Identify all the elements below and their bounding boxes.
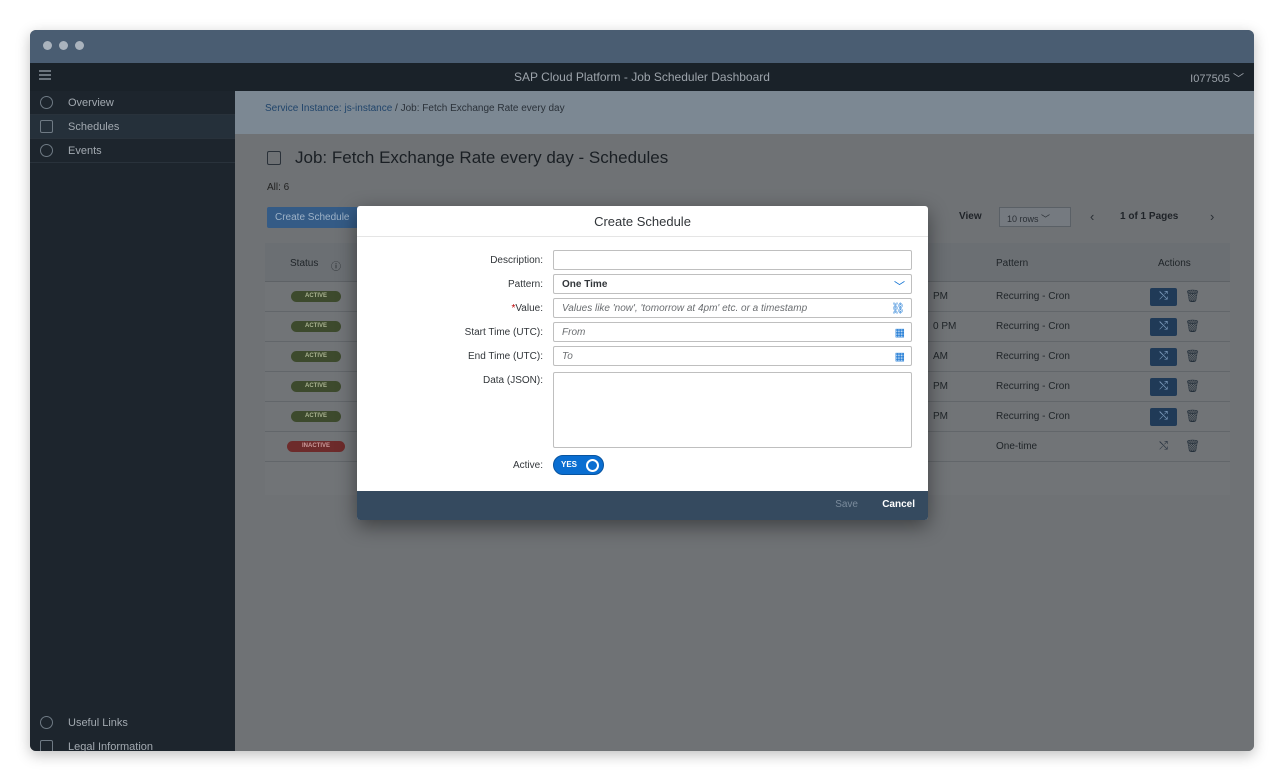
sidebar-item-label: Events (68, 145, 102, 157)
status-badge: INACTIVE (287, 441, 345, 452)
calendar-icon (40, 120, 53, 133)
sidebar-item-legal-information[interactable]: Legal Information (30, 735, 235, 751)
status-column-header[interactable]: Status (290, 258, 318, 269)
cancel-button[interactable]: Cancel (882, 499, 915, 510)
end-time-placeholder: To (562, 351, 573, 362)
pattern-cell: Recurring - Cron (996, 381, 1070, 392)
value-label: *Value: (511, 303, 543, 314)
calendar-icon[interactable]: ▦ (895, 350, 905, 363)
trash-icon[interactable]: 🗑 (1185, 349, 1200, 363)
calendar-icon[interactable]: ▦ (895, 326, 905, 339)
next-run-time: PM (933, 381, 948, 392)
trash-icon[interactable]: 🗑 (1185, 409, 1200, 423)
status-badge: ACTIVE (291, 351, 341, 362)
window-close-dot[interactable] (43, 41, 52, 50)
run-icon[interactable]: ⤭ (1150, 348, 1177, 366)
dialog-title: Create Schedule (357, 206, 928, 237)
trash-icon[interactable]: 🗑 (1185, 319, 1200, 333)
chevron-down-icon[interactable]: ﹀ (894, 278, 905, 294)
pattern-label: Pattern: (507, 279, 543, 290)
copy-icon (267, 151, 281, 165)
next-run-time: 0 PM (933, 321, 957, 332)
run-icon[interactable]: ⤭ (1150, 438, 1177, 456)
window-minimize-dot[interactable] (59, 41, 68, 50)
breadcrumb-separator: / (392, 103, 401, 114)
page-indicator: 1 of 1 Pages (1120, 211, 1179, 222)
next-run-time: PM (933, 291, 948, 302)
sidebar: Overview Schedules Events Useful Links L… (30, 91, 235, 751)
trash-icon[interactable]: 🗑 (1185, 379, 1200, 393)
end-time-label: End Time (UTC): (467, 351, 543, 362)
help-icon (40, 716, 53, 729)
status-badge: ACTIVE (291, 321, 341, 332)
data-json-textarea[interactable] (553, 372, 912, 448)
run-icon[interactable]: ⤭ (1150, 288, 1177, 306)
status-badge: ACTIVE (291, 381, 341, 392)
sidebar-item-useful-links[interactable]: Useful Links (30, 711, 235, 735)
toggle-knob (586, 459, 599, 472)
sidebar-item-events[interactable]: Events (30, 139, 235, 163)
prev-page-icon[interactable]: ‹ (1090, 209, 1094, 224)
user-menu[interactable]: I077505 ﹀ (1190, 70, 1244, 86)
start-time-label: Start Time (UTC): (464, 327, 543, 338)
dialog-footer: Save Cancel (357, 491, 928, 520)
shell-title: SAP Cloud Platform - Job Scheduler Dashb… (514, 70, 770, 84)
pattern-cell: One-time (996, 441, 1038, 452)
breadcrumb-link[interactable]: Service Instance: js-instance (265, 103, 392, 114)
description-input[interactable] (553, 250, 912, 270)
sidebar-item-label: Overview (68, 97, 114, 109)
data-json-label: Data (JSON): (482, 375, 543, 386)
value-input[interactable]: Values like 'now', 'tomorrow at 4pm' etc… (553, 298, 912, 318)
value-label-text: Value: (515, 303, 543, 314)
actions-column-header: Actions (1158, 258, 1191, 269)
end-time-input[interactable]: To ▦ (553, 346, 912, 366)
next-run-time: AM (933, 351, 948, 362)
status-badge: ACTIVE (291, 411, 341, 422)
active-label: Active: (512, 460, 543, 471)
run-icon[interactable]: ⤭ (1150, 408, 1177, 426)
rows-per-page-select[interactable]: 10 rows ﹀ (999, 207, 1071, 227)
page-title: Job: Fetch Exchange Rate every day - Sch… (295, 148, 669, 167)
sidebar-item-schedules[interactable]: Schedules (30, 115, 235, 139)
save-button[interactable]: Save (835, 499, 858, 510)
clock-icon (40, 144, 53, 157)
run-icon[interactable]: ⤭ (1150, 378, 1177, 396)
sidebar-item-label: Useful Links (68, 717, 128, 729)
link-icon[interactable]: ⛓ (891, 302, 905, 315)
pattern-value: One Time (562, 279, 608, 290)
value-placeholder: Values like 'now', 'tomorrow at 4pm' etc… (562, 303, 808, 314)
legal-icon (40, 740, 53, 751)
create-schedule-dialog: Create Schedule Description: Pattern: On… (357, 206, 928, 520)
pattern-cell: Recurring - Cron (996, 291, 1070, 302)
overview-icon (40, 96, 53, 109)
start-time-input[interactable]: From ▦ (553, 322, 912, 342)
shell-bar: SAP Cloud Platform - Job Scheduler Dashb… (30, 63, 1254, 91)
active-toggle[interactable]: YES (553, 455, 604, 475)
pattern-cell: Recurring - Cron (996, 321, 1070, 332)
trash-icon[interactable]: 🗑 (1185, 289, 1200, 303)
next-run-time: PM (933, 411, 948, 422)
breadcrumb: Service Instance: js-instance / Job: Fet… (235, 91, 1254, 134)
active-toggle-text: YES (561, 460, 578, 469)
run-icon[interactable]: ⤭ (1150, 318, 1177, 336)
next-page-icon[interactable]: › (1210, 209, 1214, 224)
sidebar-item-overview[interactable]: Overview (30, 91, 235, 115)
sidebar-item-label: Legal Information (68, 741, 153, 751)
schedule-count: All: 6 (267, 182, 290, 193)
start-time-placeholder: From (562, 327, 586, 338)
view-label: View (959, 211, 982, 222)
status-badge: ACTIVE (291, 291, 341, 302)
breadcrumb-current: Job: Fetch Exchange Rate every day (400, 103, 565, 114)
description-label: Description: (490, 255, 543, 266)
pattern-cell: Recurring - Cron (996, 411, 1070, 422)
sidebar-item-label: Schedules (68, 121, 120, 133)
info-icon[interactable]: ⓘ (331, 258, 341, 273)
pattern-cell: Recurring - Cron (996, 351, 1070, 362)
trash-icon[interactable]: 🗑 (1185, 439, 1200, 453)
pattern-column-header: Pattern (996, 258, 1029, 269)
pattern-select[interactable]: One Time ﹀ (553, 274, 912, 294)
window-maximize-dot[interactable] (75, 41, 84, 50)
window-titlebar (30, 30, 1254, 63)
